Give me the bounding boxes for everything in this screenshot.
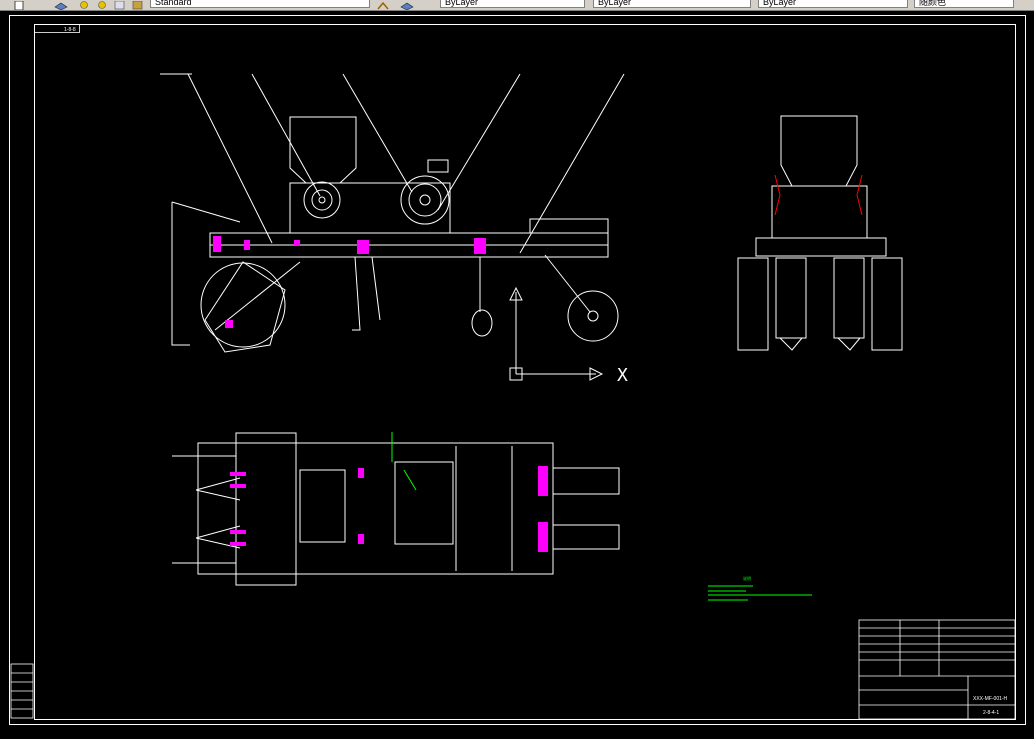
property-toolbar: Standard ByLayer ByLayer ByLayer 随颜色 <box>0 0 1034 11</box>
lineweight-icon[interactable] <box>114 0 125 10</box>
sheet-outer-border <box>9 15 1026 725</box>
title-block-name: XXX-MF-001-H <box>973 696 1008 702</box>
layer-state-icon[interactable] <box>400 0 414 10</box>
new-file-icon[interactable] <box>14 0 24 10</box>
top-view <box>172 432 620 586</box>
frame-label: 1-8-8 <box>64 27 76 33</box>
end-view <box>737 115 903 351</box>
title-block-code: 2-8-4-1 <box>983 710 999 716</box>
color-icon[interactable] <box>78 0 88 9</box>
color-select[interactable]: ByLayer <box>440 0 585 8</box>
side-view-magenta-parts <box>213 236 486 328</box>
sheet-inner-border <box>34 24 1016 720</box>
notes-heading: 说明 <box>743 575 751 581</box>
plotstyle-icon[interactable] <box>132 0 143 10</box>
layer-icon[interactable] <box>54 0 68 10</box>
linetype-select[interactable]: ByLayer <box>593 0 751 8</box>
text-style-select[interactable]: Standard <box>150 0 370 8</box>
match-properties-icon[interactable] <box>376 0 389 10</box>
axis-x-label: X <box>617 365 628 386</box>
revision-table <box>10 663 34 719</box>
side-view <box>160 73 625 381</box>
linetype-icon[interactable] <box>96 0 106 9</box>
technical-notes <box>708 585 812 601</box>
drawing-svg: X 说明 XXX-MF-001-H 2-8-4-1 1-8-8 <box>9 15 1026 725</box>
top-view-green-dims <box>391 432 417 491</box>
plot-style-select[interactable]: 随颜色 <box>914 0 1014 8</box>
top-view-magenta-parts <box>230 466 548 552</box>
model-space-canvas[interactable]: X 说明 XXX-MF-001-H 2-8-4-1 1-8-8 <box>0 11 1034 734</box>
title-block <box>858 619 1016 720</box>
lineweight-select[interactable]: ByLayer <box>758 0 908 8</box>
